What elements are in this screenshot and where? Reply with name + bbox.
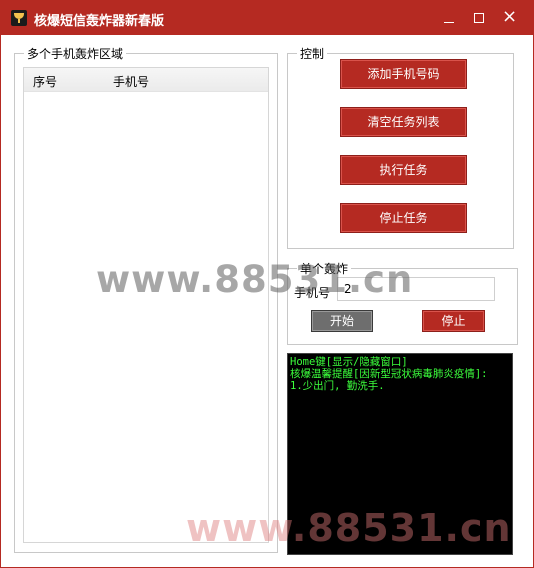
add-phone-button-label: 添加手机号码: [367, 67, 440, 81]
title-bar[interactable]: 核爆短信轰炸器新春版 ×: [1, 1, 533, 35]
clear-tasks-button-label: 清空任务列表: [367, 115, 440, 129]
trophy-stem-shape: [18, 19, 20, 23]
stop-button[interactable]: 停止: [422, 310, 485, 332]
start-button[interactable]: 开始: [311, 310, 373, 332]
console-line: 1.少出门, 勤洗手.: [290, 380, 385, 392]
console-line: 核爆温馨提醒[因新型冠状病毒肺炎疫情]:: [290, 368, 488, 380]
trophy-icon: [11, 10, 27, 26]
stop-tasks-button[interactable]: 停止任务: [340, 203, 467, 233]
close-button[interactable]: ×: [493, 1, 525, 35]
app-window: 核爆短信轰炸器新春版 × 多个手机轰炸区域 序号 手机号 控制 添加手机号码 清…: [0, 0, 534, 568]
console-line: Home键[显示/隐藏窗口]: [290, 356, 408, 368]
column-header-seq[interactable]: 序号: [33, 73, 57, 90]
multi-phone-group-legend: 多个手机轰炸区域: [24, 45, 127, 62]
close-icon: ×: [502, 6, 518, 27]
single-phone-group-legend: 单个轰炸: [297, 260, 352, 277]
maximize-icon: [474, 13, 484, 23]
run-tasks-button-label: 执行任务: [379, 163, 428, 177]
maximize-button[interactable]: [463, 1, 495, 35]
phone-task-list[interactable]: 序号 手机号: [23, 67, 269, 543]
log-console[interactable]: Home键[显示/隐藏窗口] 核爆温馨提醒[因新型冠状病毒肺炎疫情]: 1.少出…: [287, 353, 513, 555]
control-group-legend: 控制: [297, 45, 328, 62]
column-header-phone[interactable]: 手机号: [113, 73, 149, 90]
window-title: 核爆短信轰炸器新春版: [34, 14, 165, 29]
run-tasks-button[interactable]: 执行任务: [340, 155, 467, 185]
minimize-icon: [444, 22, 454, 23]
phone-label: 手机号: [294, 286, 331, 300]
add-phone-button[interactable]: 添加手机号码: [340, 59, 467, 89]
list-header: 序号 手机号: [24, 68, 268, 92]
minimize-button[interactable]: [433, 1, 465, 35]
phone-input[interactable]: [337, 277, 495, 301]
clear-tasks-button[interactable]: 清空任务列表: [340, 107, 467, 137]
stop-tasks-button-label: 停止任务: [379, 211, 428, 225]
